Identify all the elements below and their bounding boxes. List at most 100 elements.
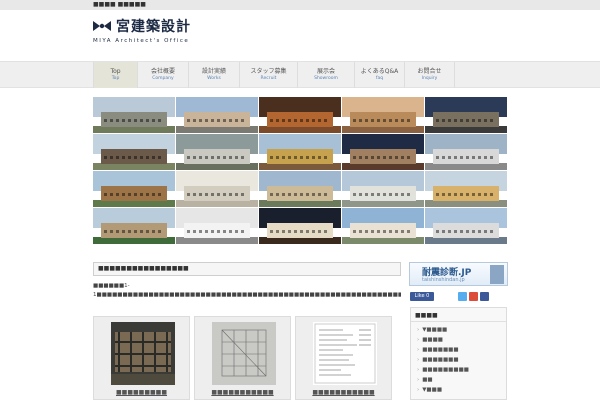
top-utility-bar: ■■■■ ■■■■■ <box>0 0 600 10</box>
feature-card-2-caption: ■■■■■■■■■■■ <box>211 389 274 396</box>
feature-card-2[interactable]: ■■■■■■■■■■■ <box>194 316 291 400</box>
nav-top-sub: Top <box>111 76 120 81</box>
category-item[interactable]: ■■■■ <box>417 335 500 345</box>
feature-cards: ■■■■■■■■■ ■■■■■■■■■■■ ■■■■■■■■■■■ <box>93 316 393 400</box>
nav-inquiry-sub: Inquiry <box>421 76 438 81</box>
photo-ground <box>259 162 341 170</box>
photo-windows <box>436 230 496 234</box>
photo-ground <box>342 162 424 170</box>
google-plus-icon[interactable] <box>469 292 478 301</box>
category-list: ▼■■■■■■■■■■■■■■■■■■■■■■■■■■■■■■■■■▼■■■ <box>411 322 506 398</box>
category-item[interactable]: ▼■■■■ <box>417 325 500 335</box>
photo-windows <box>270 193 330 197</box>
gallery-photo-14[interactable] <box>342 171 424 207</box>
rebar-photo <box>111 322 175 385</box>
gallery-photo-3[interactable] <box>259 97 341 133</box>
nav-inquiry[interactable]: お問合せ Inquiry <box>405 62 455 88</box>
photo-windows <box>104 119 164 123</box>
photo-windows <box>104 193 164 197</box>
category-item[interactable]: ■■■■■■■■■ <box>417 365 500 375</box>
photo-ground <box>176 125 258 133</box>
photo-ground <box>176 162 258 170</box>
gallery-photo-2[interactable] <box>176 97 258 133</box>
nav-showroom[interactable]: 展示会 Showroom <box>298 62 355 88</box>
section-body-text: ■■■■■■1-1■■■■■■■■■■■■■■■■■■■■■■■■■■■■■■■… <box>93 283 401 298</box>
category-item[interactable]: ■■■■■■■ <box>417 345 500 355</box>
gallery-photo-8[interactable] <box>259 134 341 170</box>
share-icon[interactable] <box>480 292 489 301</box>
nav-faq-label: よくあるQ&A <box>360 68 399 75</box>
photo-ground <box>93 162 175 170</box>
photo-windows <box>187 156 247 160</box>
gallery-photo-7[interactable] <box>176 134 258 170</box>
seismic-diagnosis-banner[interactable]: 耐震診断.JP taishinshindan.jp <box>409 262 508 286</box>
nav-showroom-sub: Showroom <box>314 76 338 81</box>
facebook-like-button[interactable]: Like 0 <box>410 292 434 301</box>
photo-ground <box>342 236 424 244</box>
nav-works-sub: Works <box>207 76 221 81</box>
top-utility-text: ■■■■ ■■■■■ <box>93 1 146 8</box>
photo-windows <box>270 156 330 160</box>
gallery-photo-9[interactable] <box>342 134 424 170</box>
banner-subtitle: taishinshindan.jp <box>422 277 465 283</box>
photo-ground <box>176 236 258 244</box>
gallery-photo-1[interactable] <box>93 97 175 133</box>
photo-windows <box>187 193 247 197</box>
site-subtitle: MIYA Architect's Office <box>93 38 190 44</box>
photo-windows <box>353 156 413 160</box>
main-navigation: Top Top 会社概要 Company 設計実績 Works スタッフ募集 R… <box>0 61 600 88</box>
gallery-photo-17[interactable] <box>176 208 258 244</box>
nav-company[interactable]: 会社概要 Company <box>138 62 189 88</box>
gallery-photo-11[interactable] <box>93 171 175 207</box>
document-photo <box>313 322 377 385</box>
nav-inquiry-label: お問合せ <box>417 68 442 75</box>
works-photo-gallery <box>93 97 507 246</box>
feature-card-3[interactable]: ■■■■■■■■■■■ <box>295 316 392 400</box>
nav-showroom-label: 展示会 <box>316 68 335 75</box>
photo-ground <box>93 199 175 207</box>
twitter-icon[interactable] <box>458 292 467 301</box>
gallery-photo-10[interactable] <box>425 134 507 170</box>
gallery-photo-16[interactable] <box>93 208 175 244</box>
feature-card-3-caption: ■■■■■■■■■■■ <box>312 389 375 396</box>
photo-ground <box>342 199 424 207</box>
nav-top[interactable]: Top Top <box>93 62 138 88</box>
nav-faq[interactable]: よくあるQ&A faq <box>355 62 405 88</box>
gallery-photo-13[interactable] <box>259 171 341 207</box>
photo-windows <box>353 193 413 197</box>
category-item[interactable]: ■■ <box>417 375 500 385</box>
social-buttons: Like 0 <box>409 292 509 302</box>
photo-ground <box>425 236 507 244</box>
category-item[interactable]: ▼■■■ <box>417 385 500 395</box>
gallery-photo-15[interactable] <box>425 171 507 207</box>
site-logo[interactable]: 宮建築設計 MIYA Architect's Office <box>93 18 233 48</box>
gallery-photo-12[interactable] <box>176 171 258 207</box>
nav-company-label: 会社概要 <box>150 68 175 75</box>
nav-works-label: 設計実績 <box>201 68 226 75</box>
gallery-photo-5[interactable] <box>425 97 507 133</box>
category-box: ■■■■ ▼■■■■■■■■■■■■■■■■■■■■■■■■■■■■■■■■■▼… <box>410 307 507 400</box>
photo-windows <box>353 119 413 123</box>
logo-mark-icon <box>93 21 111 31</box>
photo-ground <box>425 162 507 170</box>
photo-windows <box>270 230 330 234</box>
photo-windows <box>436 156 496 160</box>
nav-recruit[interactable]: スタッフ募集 Recruit <box>240 62 298 88</box>
drawing-photo <box>212 322 276 385</box>
category-item[interactable]: ■■■■■■■ <box>417 355 500 365</box>
feature-card-1[interactable]: ■■■■■■■■■ <box>93 316 190 400</box>
gallery-photo-6[interactable] <box>93 134 175 170</box>
photo-ground <box>259 199 341 207</box>
photo-ground <box>93 236 175 244</box>
gallery-photo-19[interactable] <box>342 208 424 244</box>
sidebar: 耐震診断.JP taishinshindan.jp Like 0 ■■■■ ▼■… <box>409 262 509 400</box>
gallery-photo-20[interactable] <box>425 208 507 244</box>
nav-works[interactable]: 設計実績 Works <box>189 62 240 88</box>
gallery-photo-18[interactable] <box>259 208 341 244</box>
photo-ground <box>259 125 341 133</box>
main-content: ■■■■■■■■■■■■■■■■ ■■■■■■1-1■■■■■■■■■■■■■■… <box>93 262 401 400</box>
gallery-photo-4[interactable] <box>342 97 424 133</box>
site-title: 宮建築設計 <box>116 19 191 35</box>
feature-card-1-caption: ■■■■■■■■■ <box>115 389 168 396</box>
category-title: ■■■■ <box>411 308 506 322</box>
